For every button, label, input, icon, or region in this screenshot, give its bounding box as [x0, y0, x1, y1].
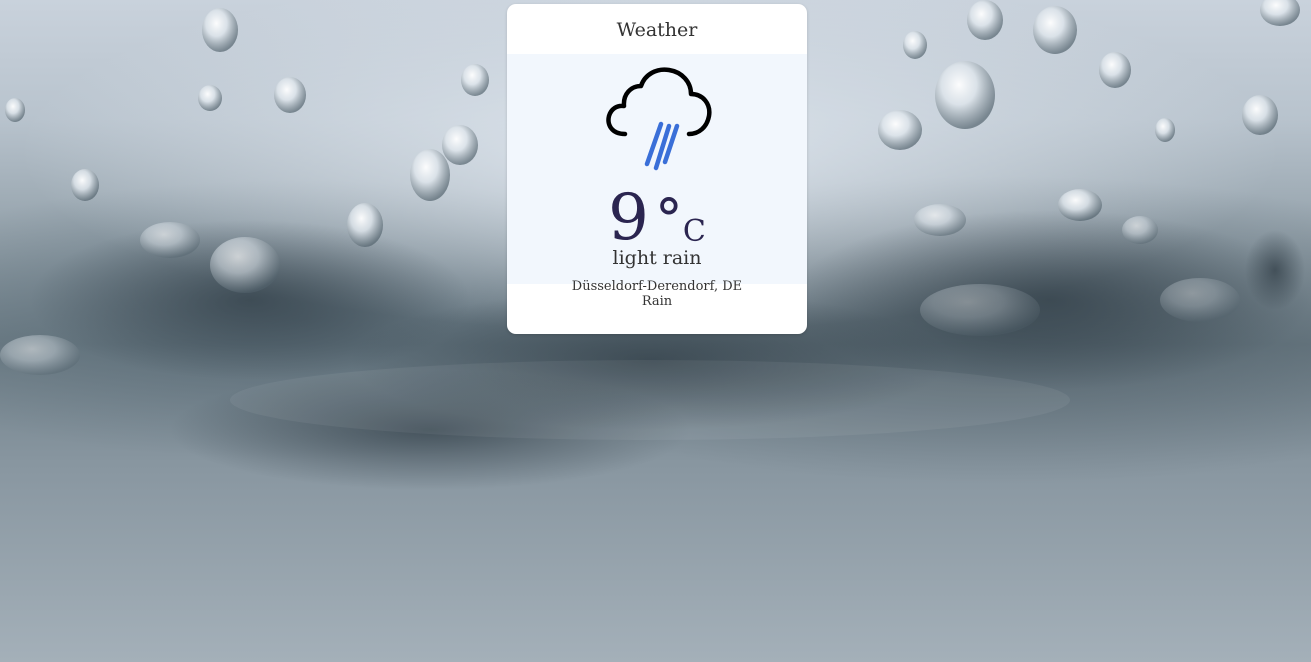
- temperature-unit: C: [682, 214, 706, 249]
- degree-symbol: °: [654, 188, 683, 253]
- weather-description: light rain: [612, 247, 702, 269]
- rain-cloud-icon: [606, 67, 712, 171]
- location-label: Düsseldorf-Derendorf, DE: [571, 279, 743, 294]
- weather-card: Weather 9 °C light rain Düsseldorf-Derend…: [507, 4, 807, 334]
- weather-card-title: Weather: [616, 19, 698, 41]
- condition-label: Rain: [641, 294, 673, 309]
- weather-main-panel: 9 °C light rain: [507, 54, 807, 284]
- temperature-value: 9: [608, 181, 649, 255]
